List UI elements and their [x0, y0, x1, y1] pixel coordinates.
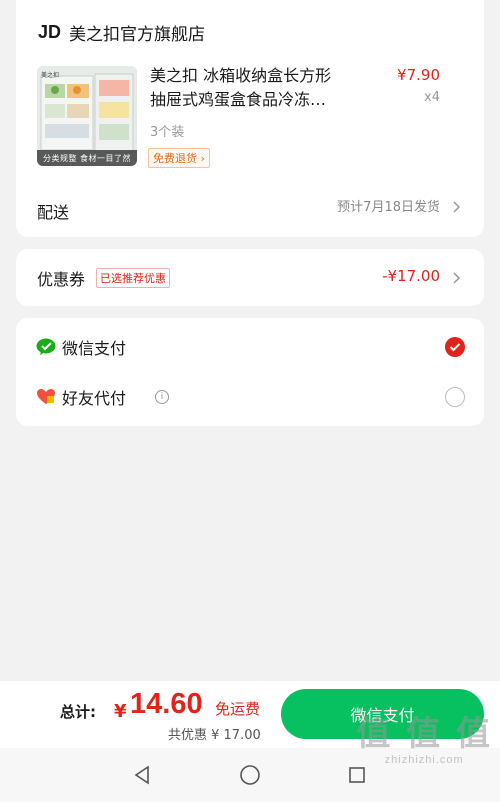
free-return-label: 免费退货 — [153, 152, 197, 165]
payment-option-label: 好友代付 — [62, 389, 127, 408]
radio-checked[interactable] — [445, 337, 465, 357]
total-amount: 14.60 — [130, 688, 203, 720]
payment-option-label: 微信支付 — [62, 339, 127, 358]
back-button[interactable] — [130, 762, 156, 788]
coupon-row[interactable]: 优惠券 已选推荐优惠 -¥17.00 — [16, 249, 484, 306]
jd-logo: JD — [38, 22, 62, 42]
product-title-line2: 抽屉式鸡蛋盒食品冷冻… — [150, 90, 327, 109]
info-icon[interactable]: i — [155, 390, 169, 404]
recents-button[interactable] — [344, 762, 370, 788]
recents-square-icon — [349, 767, 365, 783]
checkmark-icon — [449, 343, 461, 352]
total-label: 总计: — [60, 703, 96, 721]
friend-pay-heart-icon — [37, 389, 55, 404]
delivery-estimate: 预计7月18日发货 — [337, 200, 440, 215]
payment-option-wechat[interactable]: 微信支付 — [16, 322, 484, 372]
chevron-right-icon: › — [200, 152, 205, 165]
checkout-bar: 总计: ¥ 14.60 免运费 共优惠 ¥ 17.00 微信支付 — [0, 681, 500, 748]
chevron-right-icon — [453, 272, 461, 284]
product-title-line1: 美之扣 冰箱收纳盒长方形 — [150, 66, 332, 85]
payment-option-friend[interactable]: 好友代付 i — [16, 372, 484, 422]
recommended-coupon-tag: 已选推荐优惠 — [96, 268, 170, 288]
delivery-label: 配送 — [37, 203, 70, 222]
product-thumbnail[interactable]: 美之扣 分类规整 食材一目了然 — [37, 66, 137, 166]
radio-unchecked[interactable] — [445, 387, 465, 407]
product-price: ¥7.90 — [397, 66, 440, 84]
product-title[interactable]: 美之扣 冰箱收纳盒长方形 抽屉式鸡蛋盒食品冷冻… — [150, 64, 365, 112]
store-order-card: JD 美之扣官方旗舰店 美之扣 分类规整 食材一目了然 美之扣 冰箱收纳盒长方形… — [16, 0, 484, 237]
store-header[interactable]: JD 美之扣官方旗舰店 — [38, 20, 205, 45]
thumb-caption: 分类规整 食材一目了然 — [37, 150, 137, 166]
wechat-pay-button[interactable]: 微信支付 — [281, 689, 484, 739]
home-circle-icon — [240, 765, 260, 785]
coupon-label: 优惠券 — [37, 270, 86, 289]
home-button[interactable] — [237, 762, 263, 788]
total-currency: ¥ — [114, 701, 127, 722]
back-triangle-icon — [134, 765, 149, 785]
product-quantity: x4 — [424, 90, 440, 105]
payment-method-card: 微信支付 好友代付 i — [16, 318, 484, 426]
system-navigation-bar — [0, 748, 500, 802]
store-name: 美之扣官方旗舰店 — [69, 25, 206, 45]
product-spec: 3个装 — [150, 125, 185, 140]
total-discount: 共优惠 ¥ 17.00 — [168, 728, 261, 743]
coupon-amount: -¥17.00 — [382, 267, 440, 285]
thumb-brand-label: 美之扣 — [41, 72, 60, 79]
chevron-right-icon — [453, 201, 461, 213]
free-shipping-label: 免运费 — [215, 700, 261, 718]
wechat-pay-icon — [36, 338, 56, 355]
free-return-badge[interactable]: 免费退货 › — [148, 148, 210, 168]
